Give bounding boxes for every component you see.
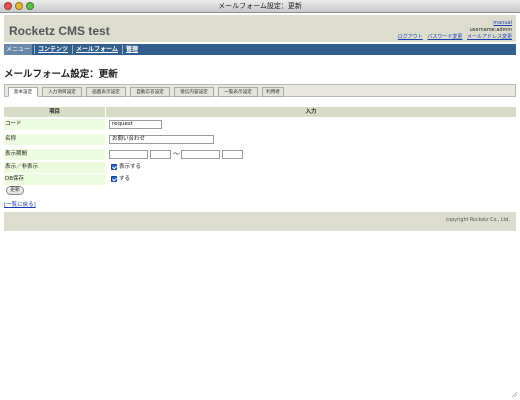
change-email-link[interactable]: メールアドレス変更 (467, 34, 512, 40)
change-password-link[interactable]: パスワード変更 (427, 34, 462, 40)
site-footer: copyright Rocketz Co., Ltd. (4, 212, 516, 231)
visibility-checkbox-label: 表示する (119, 164, 142, 170)
db-save-checkbox[interactable] (111, 176, 117, 182)
period-separator: 〜 (173, 150, 180, 158)
resize-grip-icon[interactable] (511, 391, 518, 398)
code-label: コード (4, 119, 105, 130)
db-save-row: する (106, 174, 516, 185)
visibility-row: 表示する (106, 162, 516, 173)
back-to-list-link[interactable]: [一覧に戻る] (4, 200, 36, 208)
username-text: username:admin (469, 27, 512, 33)
page-title: メールフォーム設定：更新 (4, 69, 118, 80)
period-start-date-input[interactable] (109, 150, 148, 159)
tab-basic-settings[interactable]: 基本設定 (8, 87, 38, 97)
period-end-time-input[interactable] (222, 150, 243, 159)
visibility-label: 表示／非表示 (4, 162, 105, 173)
column-header-input: 入力 (106, 107, 516, 117)
period-row: 〜 (106, 149, 516, 160)
nav-divider (34, 45, 35, 54)
period-label: 表示期間 (4, 149, 105, 160)
window-title: メールフォーム設定：更新 (218, 2, 302, 10)
site-name: Rocketz CMS test (9, 24, 110, 38)
header-links: ログアウト パスワード変更 メールアドレス変更 (398, 34, 512, 41)
period-end-date-input[interactable] (181, 150, 220, 159)
nav-item-menu[interactable]: メニュー (4, 44, 33, 55)
nav-divider (72, 45, 73, 54)
tab-list-display[interactable]: 一覧表示設定 (218, 87, 258, 97)
db-save-checkbox-label: する (119, 176, 131, 182)
tab-received-content[interactable]: 受信内容設定 (174, 87, 214, 97)
visibility-checkbox[interactable] (111, 164, 117, 170)
header-account-area: manual username:admin ログアウト パスワード変更 メールア… (398, 20, 512, 41)
db-save-label: DB保存 (4, 174, 105, 185)
nav-item-contents[interactable]: コンテンツ (36, 44, 70, 55)
window-titlebar: メールフォーム設定：更新 (0, 0, 520, 13)
name-input[interactable]: お問い合わせ (109, 135, 214, 144)
nav-divider (122, 45, 123, 54)
period-start-time-input[interactable] (150, 150, 171, 159)
logout-link[interactable]: ログアウト (398, 34, 423, 40)
tab-auto-reply[interactable]: 自動応答設定 (130, 87, 170, 97)
tab-display[interactable]: 画面表示設定 (86, 87, 126, 97)
code-row: request (106, 119, 516, 130)
nav-item-admin[interactable]: 管理 (124, 44, 140, 55)
copyright-text: copyright Rocketz Co., Ltd. (445, 218, 510, 223)
settings-tab-bar: 基本設定 入力項目設定 画面表示設定 自動応答設定 受信内容設定 一覧表示設定 … (4, 84, 516, 97)
name-row: お問い合わせ (106, 134, 516, 145)
tab-input-fields[interactable]: 入力項目設定 (42, 87, 82, 97)
code-input[interactable]: request (109, 120, 162, 129)
site-header: Rocketz CMS test manual username:admin ロ… (4, 15, 516, 42)
main-nav: メニュー コンテンツ メールフォーム 管理 (4, 44, 516, 55)
update-button[interactable]: 更新 (6, 186, 24, 195)
manual-link[interactable]: manual (493, 20, 512, 26)
nav-item-mailform[interactable]: メールフォーム (74, 44, 120, 55)
tab-users[interactable]: 利用者 (262, 87, 284, 97)
name-label: 名称 (4, 134, 105, 145)
column-header-item: 項目 (4, 107, 105, 117)
